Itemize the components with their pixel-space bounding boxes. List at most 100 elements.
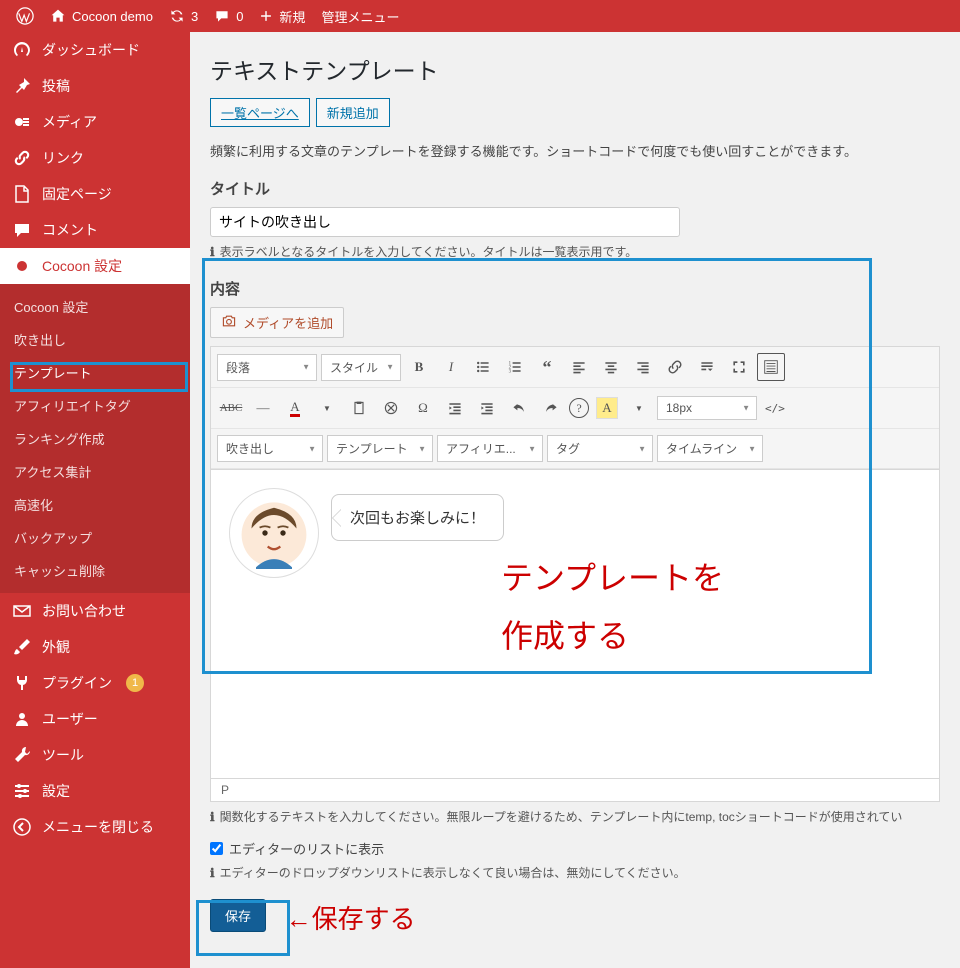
sidebar-item-contact[interactable]: お問い合わせ [0,593,190,629]
outdent-button[interactable] [441,394,469,422]
timeline-select[interactable]: タイムライン [657,435,763,462]
sidebar-item-pages[interactable]: 固定ページ [0,176,190,212]
fullscreen-button[interactable] [725,353,753,381]
sidebar-item-tools[interactable]: ツール [0,737,190,773]
updates-count: 3 [191,9,198,24]
special-char-button[interactable]: Ω [409,394,437,422]
camera-icon [221,313,237,332]
italic-button[interactable]: I [437,353,465,381]
template-select[interactable]: テンプレート [327,435,433,462]
sidebar-item-dashboard[interactable]: ダッシュボード [0,32,190,68]
more-button[interactable] [693,353,721,381]
toolbar-row-3: 吹き出し テンプレート アフィリエ... タグ タイムライン [211,429,939,469]
sub-item-template[interactable]: テンプレート [0,356,190,389]
page-actions: 一覧ページへ 新規追加 [210,98,940,127]
sub-item-affiliate[interactable]: アフィリエイトタグ [0,389,190,422]
sidebar-label-plugins: プラグイン [42,673,112,693]
checkbox-label: エディターのリストに表示 [229,839,384,858]
sidebar-item-appearance[interactable]: 外観 [0,629,190,665]
sub-item-ranking[interactable]: ランキング作成 [0,422,190,455]
user-icon [12,709,32,729]
brush-icon [12,637,32,657]
sidebar-label-tools: ツール [42,745,84,765]
sidebar-collapse[interactable]: メニューを閉じる [0,809,190,845]
source-code-button[interactable]: </> [761,402,789,415]
text-color-dropdown[interactable]: ▼ [313,394,341,422]
format-select[interactable]: 段落 [217,354,317,381]
admin-menu-link[interactable]: 管理メニュー [313,0,407,32]
comments-link[interactable]: 0 [206,0,251,32]
sub-item-cache[interactable]: キャッシュ削除 [0,554,190,587]
paste-text-button[interactable] [345,394,373,422]
plugin-update-badge: 1 [126,674,144,692]
highlight-button[interactable]: A [593,394,621,422]
add-media-label: メディアを追加 [243,313,333,332]
kitchen-sink-button[interactable] [757,353,785,381]
site-name: Cocoon demo [72,9,153,24]
title-label: タイトル [210,178,940,199]
undo-button[interactable] [505,394,533,422]
help-button[interactable]: ? [569,398,589,418]
indent-button[interactable] [473,394,501,422]
text-color-button[interactable]: A [281,394,309,422]
tag-select[interactable]: タグ [547,435,653,462]
svg-text:3: 3 [509,370,512,375]
sidebar-label-settings: 設定 [42,781,70,801]
admin-menu-label: 管理メニュー [321,7,399,26]
strike-button[interactable]: ABC [217,394,245,422]
align-right-button[interactable] [629,353,657,381]
hr-button[interactable]: — [249,394,277,422]
speech-select[interactable]: 吹き出し [217,435,323,462]
sidebar-item-cocoon[interactable]: Cocoon 設定 [0,248,190,284]
link-button[interactable] [661,353,689,381]
title-input[interactable] [210,207,680,237]
quote-button[interactable]: “ [533,353,561,381]
sub-item-access[interactable]: アクセス集計 [0,455,190,488]
editor-section: メディアを追加 段落 スタイル B I 123 “ ABC — [210,307,940,802]
show-in-list-checkbox[interactable] [210,842,223,855]
align-center-button[interactable] [597,353,625,381]
list-link[interactable]: 一覧ページへ [210,98,310,127]
sidebar-label-contact: お問い合わせ [42,601,126,621]
align-left-button[interactable] [565,353,593,381]
wp-logo[interactable] [8,0,42,32]
sidebar-item-posts[interactable]: 投稿 [0,68,190,104]
save-row: 保存 ←保存する [210,881,940,936]
updates-link[interactable]: 3 [161,0,206,32]
add-media-button[interactable]: メディアを追加 [210,307,344,338]
editor-toolbar: 段落 スタイル B I 123 “ ABC — A ▼ [210,346,940,469]
sidebar-item-users[interactable]: ユーザー [0,701,190,737]
sub-item-speech[interactable]: 吹き出し [0,323,190,356]
sidebar-item-settings[interactable]: 設定 [0,773,190,809]
sidebar-label-posts: 投稿 [42,76,70,96]
clear-format-button[interactable] [377,394,405,422]
bold-button[interactable]: B [405,353,433,381]
sub-item-speedup[interactable]: 高速化 [0,488,190,521]
annotation-save: ←保存する [286,905,416,934]
new-link[interactable]: 新規 [251,0,313,32]
save-button[interactable]: 保存 [210,899,266,932]
sidebar-item-comments[interactable]: コメント [0,212,190,248]
new-label: 新規 [279,7,305,26]
new-link[interactable]: 新規追加 [316,98,390,127]
fontsize-select[interactable]: 18px [657,396,757,420]
sidebar-item-links[interactable]: リンク [0,140,190,176]
info-icon [210,866,215,880]
bullet-list-button[interactable] [469,353,497,381]
show-in-list-row: エディターのリストに表示 [210,839,940,858]
affiliate-select[interactable]: アフィリエ... [437,435,543,462]
highlight-dropdown[interactable]: ▼ [625,394,653,422]
sidebar-item-plugins[interactable]: プラグイン 1 [0,665,190,701]
site-name-link[interactable]: Cocoon demo [42,0,161,32]
sidebar-item-media[interactable]: メディア [0,104,190,140]
pin-icon [12,76,32,96]
sidebar-label-links: リンク [42,148,84,168]
sub-item-cocoon-settings[interactable]: Cocoon 設定 [0,290,190,323]
collapse-icon [12,817,32,837]
number-list-button[interactable]: 123 [501,353,529,381]
page-icon [12,184,32,204]
editor-body[interactable]: 次回もお楽しみに！ テンプレートを 作成する [210,469,940,779]
style-select[interactable]: スタイル [321,354,401,381]
redo-button[interactable] [537,394,565,422]
sub-item-backup[interactable]: バックアップ [0,521,190,554]
